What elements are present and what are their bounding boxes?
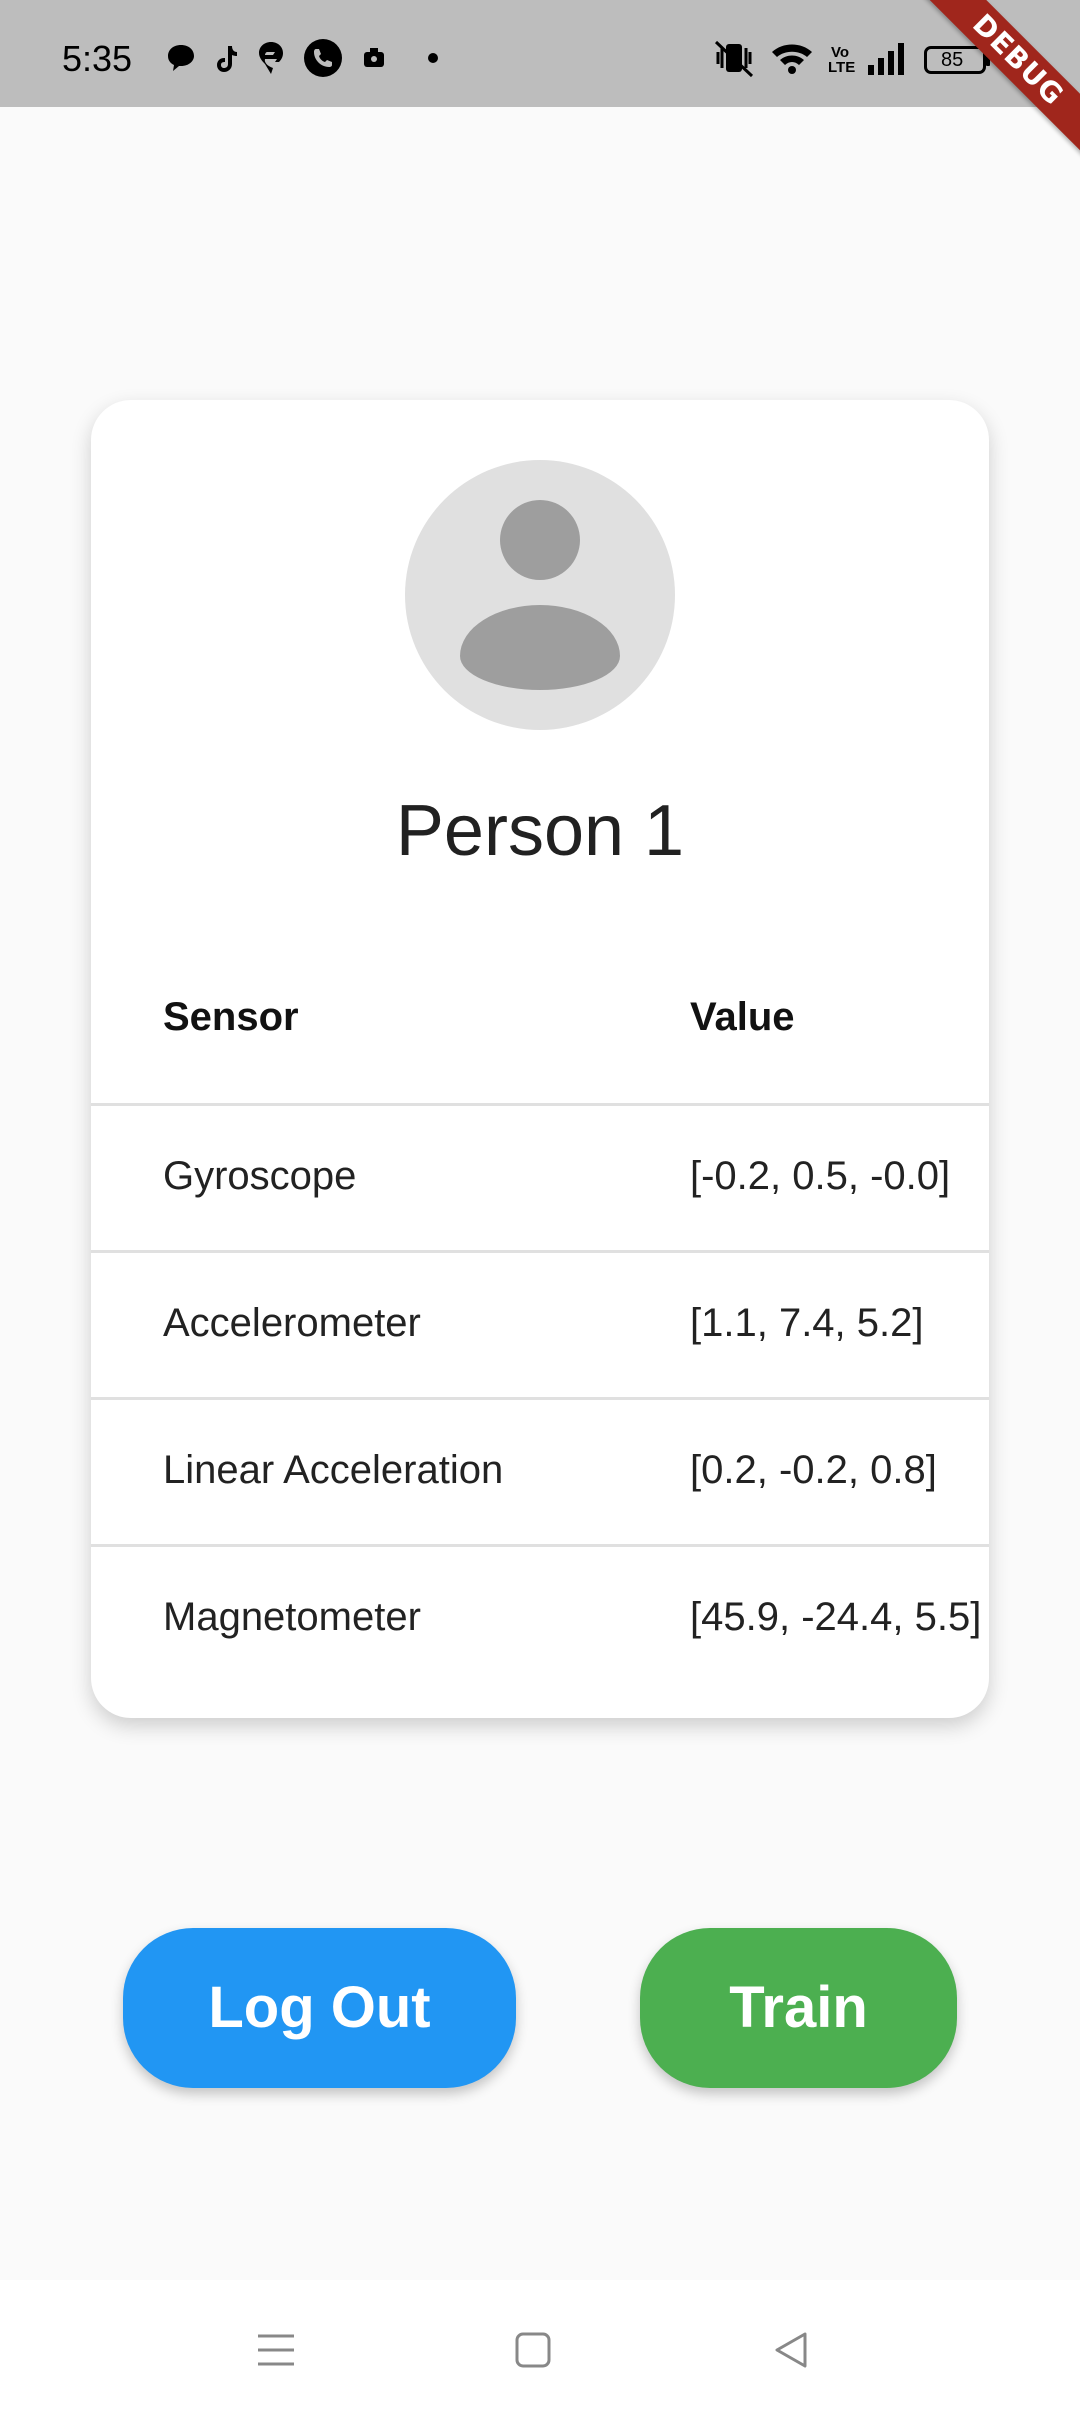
sensor-value: [1.1, 7.4, 5.2] (690, 1301, 924, 1345)
chat-bubble-icon (165, 42, 197, 79)
person-avatar-icon (405, 460, 675, 730)
sensor-table: Sensor Value Gyroscope [-0.2, 0.5, -0.0]… (91, 930, 989, 1691)
header-value: Value (690, 995, 795, 1039)
sensor-value: [45.9, -24.4, 5.5] (690, 1595, 982, 1639)
menu-icon[interactable] (246, 2320, 306, 2380)
profile-card: Person 1 Sensor Value Gyroscope [-0.2, 0… (91, 400, 989, 1718)
sensor-name: Linear Acceleration (163, 1448, 504, 1492)
header-sensor: Sensor (163, 995, 299, 1039)
table-row-accelerometer: Accelerometer [1.1, 7.4, 5.2] (91, 1253, 989, 1400)
log-out-button[interactable]: Log Out (123, 1928, 516, 2088)
train-button[interactable]: Train (640, 1928, 957, 2088)
phone-icon (303, 38, 343, 83)
sensor-name: Magnetometer (163, 1595, 421, 1639)
vibrate-off-icon (712, 38, 756, 83)
debug-ribbon-label: DEBUG (919, 0, 1080, 159)
avatar-body (460, 605, 620, 690)
volte-icon: Vo LTE (828, 44, 856, 76)
sensor-name: Gyroscope (163, 1154, 357, 1198)
table-row-linear-acceleration: Linear Acceleration [0.2, -0.2, 0.8] (91, 1400, 989, 1547)
table-row-gyroscope: Gyroscope [-0.2, 0.5, -0.0] (91, 1106, 989, 1253)
volte-label: Vo LTE (828, 44, 856, 76)
sensor-name: Accelerometer (163, 1301, 421, 1345)
dot-icon (427, 51, 439, 69)
sensor-value: [-0.2, 0.5, -0.0] (690, 1154, 951, 1198)
navigation-bar (0, 2280, 1080, 2412)
person-name: Person 1 (395, 791, 685, 871)
avatar-head (500, 500, 580, 580)
table-row-magnetometer: Magnetometer [45.9, -24.4, 5.5] (91, 1547, 989, 1691)
home-icon[interactable] (503, 2320, 563, 2380)
notification-icons (165, 38, 439, 83)
swiggy-icon (257, 40, 285, 81)
camera-icon (361, 45, 387, 76)
status-time: 5:35 (62, 38, 133, 79)
table-header: Sensor Value (91, 930, 989, 1106)
back-icon[interactable] (761, 2320, 821, 2380)
debug-banner: DEBUG (880, 0, 1080, 200)
sensor-value: [0.2, -0.2, 0.8] (690, 1448, 937, 1492)
tiktok-icon (215, 42, 239, 79)
wifi-icon (770, 40, 814, 81)
